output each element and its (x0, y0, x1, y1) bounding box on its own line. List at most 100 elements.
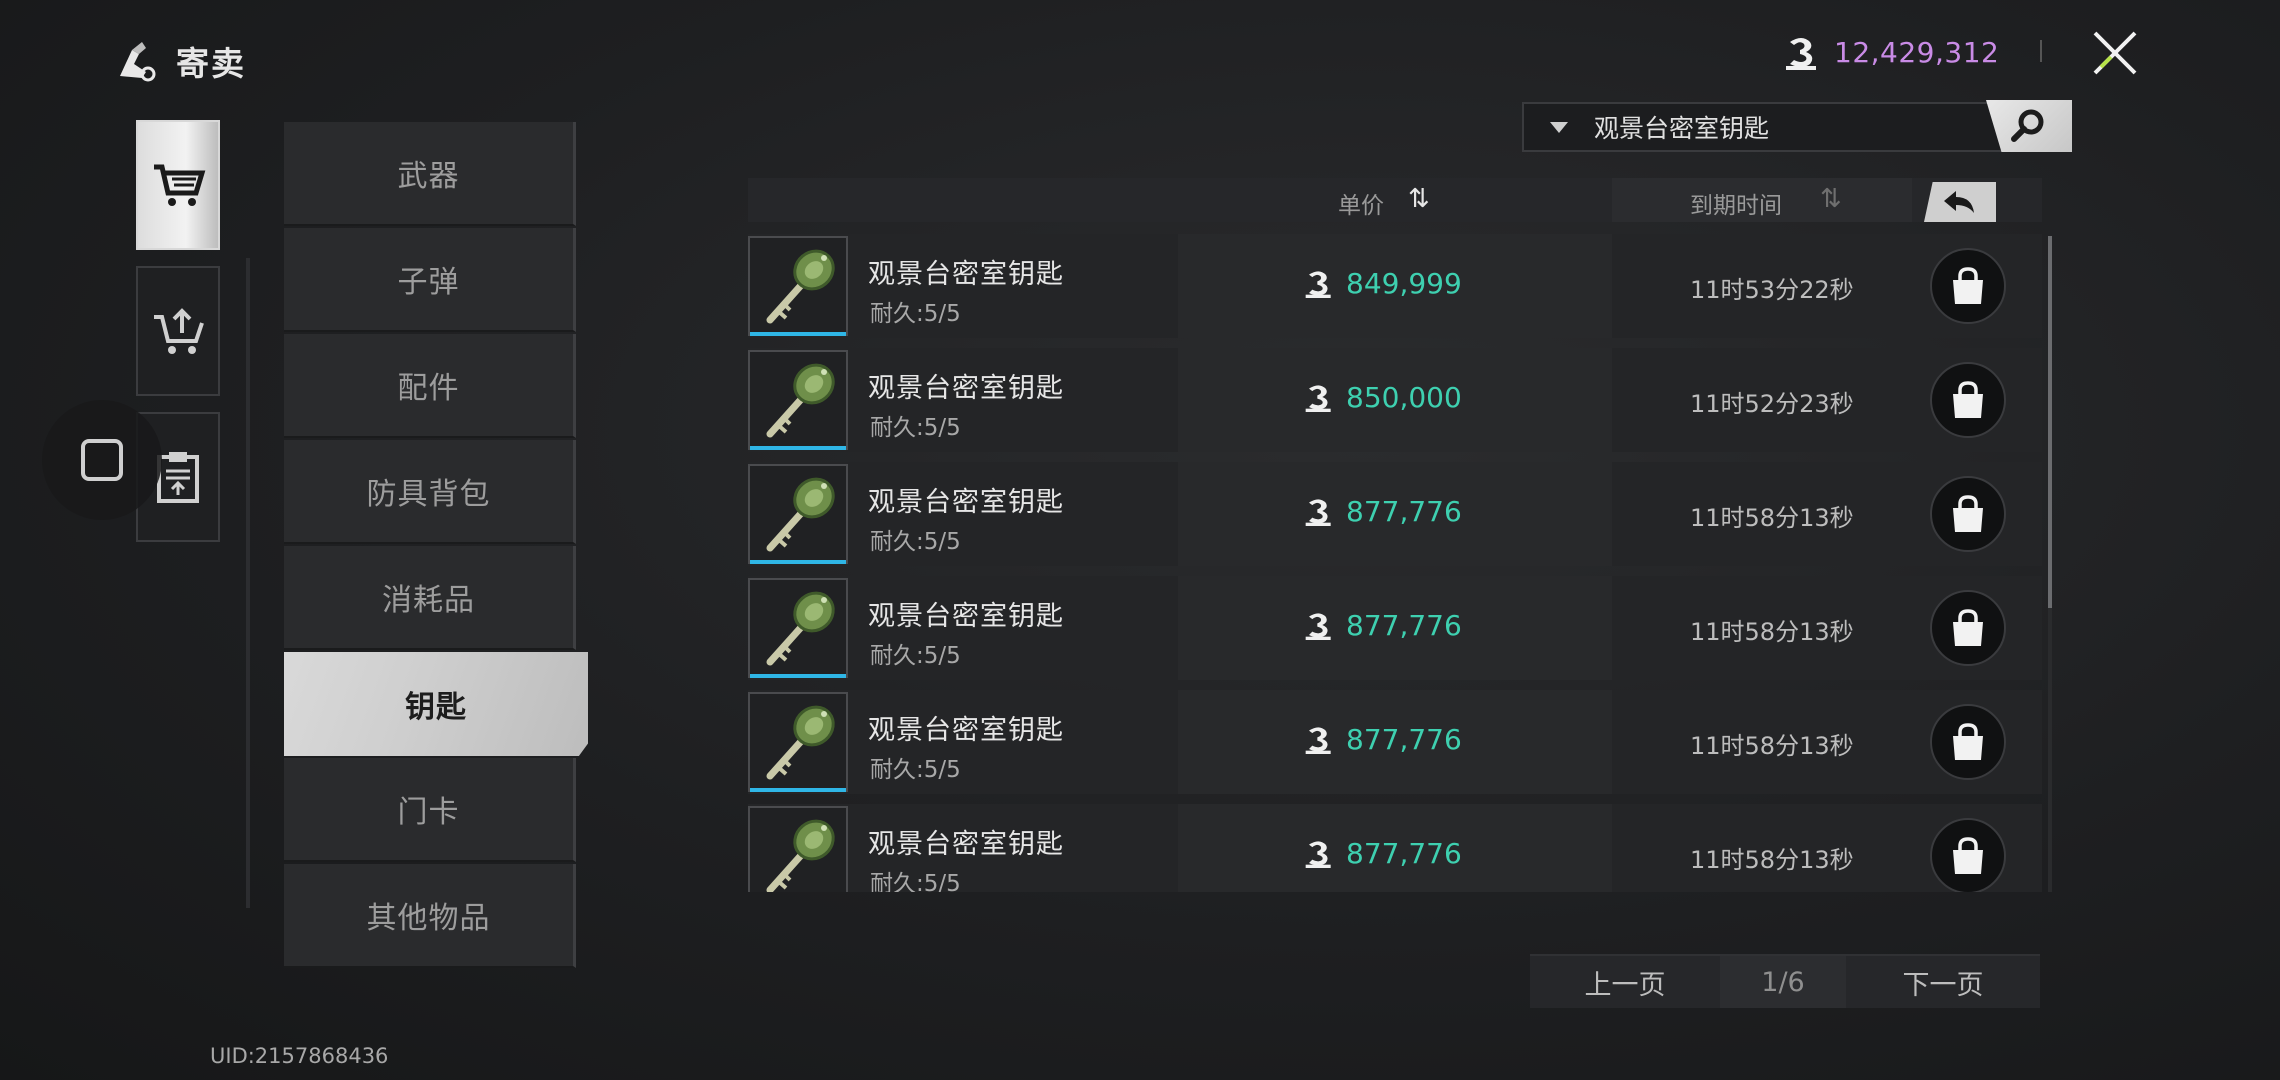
category-other[interactable]: 其他物品 (284, 864, 576, 968)
item-name: 观景台密室钥匙 (868, 715, 1064, 746)
category-attachments[interactable]: 配件 (284, 334, 576, 438)
search-icon (2011, 109, 2044, 142)
shopping-bag-icon (1953, 381, 1983, 418)
shopping-bag-icon (1953, 267, 1983, 304)
category-keycards[interactable]: 门卡 (284, 758, 576, 862)
expire-time: 11时53分22秒 (1690, 276, 1854, 304)
buy-button[interactable] (1930, 476, 2006, 552)
listing-list: 观景台密室钥匙 耐久:5/5 849,999 11时53分22秒 观景台密室钥匙 耐久:5… (748, 234, 2044, 892)
refresh-button[interactable] (1924, 182, 1996, 222)
item-thumbnail[interactable] (748, 692, 848, 792)
currency-display: 12,429,312 (1784, 30, 1999, 74)
item-durability: 耐久:5/5 (870, 301, 961, 327)
listing-row[interactable]: 观景台密室钥匙耐久:5/5 849,999 11时53分22秒 (748, 234, 2042, 338)
category-label: 其他物品 (366, 901, 491, 936)
key-item-icon (766, 249, 835, 324)
expire-time: 11时58分13秒 (1690, 846, 1854, 874)
listing-row[interactable]: 观景台密室钥匙 耐久:5/5 877,776 11时58分13秒 (748, 690, 2042, 794)
item-price: 877,776 (1304, 608, 1462, 642)
expire-time: 11时58分13秒 (1690, 618, 1854, 646)
item-durability: 耐久:5/5 (870, 415, 961, 441)
sort-price-icon[interactable]: ⇅ (1408, 184, 1430, 214)
search-input-value[interactable]: 观景台密室钥匙 (1594, 109, 1769, 145)
listing-row[interactable]: 观景台密室钥匙耐久:5/5 877,776 11时58分13秒 (748, 576, 2042, 680)
buy-button[interactable] (1930, 362, 2006, 438)
key-item-icon (766, 705, 835, 780)
expire-time: 11时58分13秒 (1690, 732, 1854, 760)
cart-upload-icon (154, 308, 204, 354)
expire-column-header[interactable]: 到期时间 (1690, 186, 1782, 220)
page-header: 寄卖 (112, 36, 246, 86)
item-name: 观景台密室钥匙 (868, 259, 1064, 290)
item-thumbnail[interactable] (748, 350, 848, 450)
item-name: 观景台密室钥匙 (868, 601, 1064, 632)
price-value: 849,999 (1346, 266, 1462, 300)
item-price: 849,999 (1304, 266, 1462, 300)
close-icon (2093, 31, 2137, 75)
currency-amount: 12,429,312 (1834, 35, 2000, 69)
floating-button[interactable] (42, 400, 162, 520)
category-keys[interactable]: 钥匙 (284, 652, 588, 756)
list-header: 单价 ⇅ 到期时间 ⇅ (748, 178, 2042, 222)
key-item-icon (766, 477, 835, 552)
item-durability: 耐久:5/5 (870, 871, 961, 892)
tab-buy[interactable] (136, 120, 220, 250)
consignment-icon (120, 42, 156, 82)
price-value: 877,776 (1346, 722, 1462, 756)
scrollbar-thumb[interactable] (2048, 236, 2052, 608)
item-price: 877,776 (1304, 494, 1462, 528)
price-value: 877,776 (1346, 608, 1462, 642)
item-durability: 耐久:5/5 (870, 643, 961, 669)
tab-sell[interactable] (136, 266, 220, 396)
buy-button[interactable] (1930, 818, 2006, 892)
pagination: 上一页 1/6 下一页 (1530, 954, 2040, 1008)
currency-icon (1305, 271, 1331, 298)
buy-button[interactable] (1930, 590, 2006, 666)
category-label: 配件 (397, 371, 460, 406)
currency-icon (1305, 499, 1331, 526)
prev-page-button[interactable]: 上一页 (1530, 954, 1720, 1008)
price-column-header[interactable]: 单价 (1338, 186, 1384, 220)
item-thumbnail[interactable] (748, 464, 848, 564)
category-weapons[interactable]: 武器 (284, 122, 576, 226)
category-label: 子弹 (397, 265, 460, 300)
item-thumbnail[interactable] (748, 236, 848, 336)
key-item-icon (766, 819, 835, 892)
rarity-bar (750, 560, 846, 564)
sort-expire-icon[interactable]: ⇅ (1820, 184, 1842, 214)
currency-icon (1305, 385, 1331, 412)
item-thumbnail[interactable] (748, 806, 848, 892)
category-armor-backpack[interactable]: 防具背包 (284, 440, 576, 544)
search-field[interactable]: 观景台密室钥匙 (1522, 102, 2070, 152)
category-consumables[interactable]: 消耗品 (284, 546, 576, 650)
dropdown-caret-icon[interactable] (1550, 121, 1568, 133)
item-price: 877,776 (1304, 722, 1462, 756)
currency-icon (1786, 38, 1816, 70)
item-name: 观景台密室钥匙 (868, 373, 1064, 404)
category-label: 武器 (397, 159, 460, 194)
listing-row[interactable]: 观景台密室钥匙耐久:5/5 877,776 11时58分13秒 (748, 804, 2042, 892)
currency-icon (1305, 727, 1331, 754)
item-durability: 耐久:5/5 (870, 529, 961, 555)
buy-button[interactable] (1930, 248, 2006, 324)
item-name: 观景台密室钥匙 (868, 487, 1064, 518)
price-value: 877,776 (1346, 836, 1462, 870)
page-title: 寄卖 (176, 44, 246, 83)
side-divider (246, 258, 250, 908)
currency-icon (1305, 841, 1331, 868)
category-ammo[interactable]: 子弹 (284, 228, 576, 332)
item-price: 877,776 (1304, 836, 1462, 870)
buy-button[interactable] (1930, 704, 2006, 780)
item-thumbnail[interactable] (748, 578, 848, 678)
item-name: 观景台密室钥匙 (868, 829, 1064, 860)
shopping-bag-icon (1953, 609, 1983, 646)
listing-row[interactable]: 观景台密室钥匙 耐久:5/5 850,000 11时52分23秒 (748, 348, 2042, 452)
rarity-bar (750, 788, 846, 792)
header-divider (2040, 40, 2042, 62)
category-label: 消耗品 (382, 583, 475, 618)
close-button[interactable] (2078, 16, 2152, 90)
listing-row[interactable]: 观景台密室钥匙 耐久:5/5 877,776 11时58分13秒 (748, 462, 2042, 566)
shopping-bag-icon (1953, 495, 1983, 532)
next-page-button[interactable]: 下一页 (1846, 954, 2040, 1008)
category-label: 门卡 (397, 795, 460, 830)
